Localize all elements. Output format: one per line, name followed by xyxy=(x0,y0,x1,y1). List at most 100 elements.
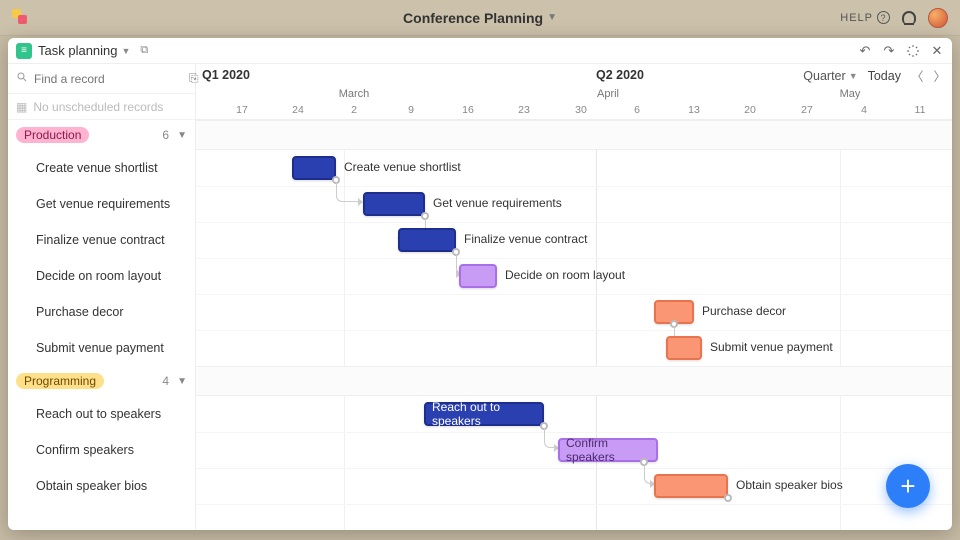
day-label: 16 xyxy=(462,104,474,116)
day-label: 24 xyxy=(292,104,304,116)
app-logo-icon[interactable] xyxy=(12,9,30,27)
task-label: Get venue requirements xyxy=(36,197,170,211)
bar-label: Decide on room layout xyxy=(505,268,625,282)
gantt-bar[interactable] xyxy=(666,336,702,360)
task-row[interactable]: Get venue requirements xyxy=(8,186,195,222)
day-label: 6 xyxy=(634,104,640,116)
task-label: Create venue shortlist xyxy=(36,161,158,175)
gantt-bar[interactable] xyxy=(292,156,336,180)
bar-inline-label: Reach out to speakers xyxy=(432,400,536,428)
help-link[interactable]: HELP ? xyxy=(840,11,890,24)
bar-label: Get venue requirements xyxy=(433,196,562,210)
month-label: April xyxy=(597,88,619,100)
day-label: 2 xyxy=(351,104,357,116)
calendar-icon: ▦ xyxy=(16,100,27,114)
gantt-bar[interactable] xyxy=(398,228,456,252)
month-label: March xyxy=(339,88,370,100)
notifications-icon[interactable] xyxy=(902,11,916,25)
open-external-icon[interactable]: ⧉ xyxy=(140,44,148,57)
unscheduled-label: No unscheduled records xyxy=(33,100,163,114)
day-label: 13 xyxy=(688,104,700,116)
timeline-body: Create venue shortlist Get venue require… xyxy=(196,120,952,530)
bar-label: Create venue shortlist xyxy=(344,160,461,174)
undo-icon[interactable]: ↶ xyxy=(858,44,872,58)
chevron-down-icon: ▼ xyxy=(849,71,858,81)
bar-label: Purchase decor xyxy=(702,304,786,318)
app-bar: Conference Planning ▼ HELP ? xyxy=(0,0,960,36)
day-label: 23 xyxy=(518,104,530,116)
add-record-button[interactable]: + xyxy=(886,464,930,508)
day-axis: 17 24 2 9 16 23 30 6 13 20 27 4 11 xyxy=(196,104,952,118)
group-pill: Programming xyxy=(16,373,104,389)
chevron-down-icon: ▼ xyxy=(177,376,187,387)
task-label: Submit venue payment xyxy=(36,341,164,355)
next-icon[interactable]: 〉 xyxy=(933,66,946,85)
group-count: 6 xyxy=(162,128,171,142)
timeline-header: Q1 2020 Q2 2020 Quarter ▼ Today 〈 〉 March… xyxy=(196,64,952,120)
help-label: HELP xyxy=(840,12,873,24)
group-count: 4 xyxy=(162,374,171,388)
base-title-text: Conference Planning xyxy=(403,10,543,26)
find-record-row: ⎘ xyxy=(8,64,195,94)
day-label: 4 xyxy=(861,104,867,116)
task-label: Purchase decor xyxy=(36,305,124,319)
unscheduled-row[interactable]: ▦ No unscheduled records xyxy=(8,94,195,120)
bar-label: Obtain speaker bios xyxy=(736,478,843,492)
month-label: May xyxy=(840,88,861,100)
view-name-text: Task planning xyxy=(38,43,118,58)
search-input[interactable] xyxy=(34,72,189,86)
task-row[interactable]: Purchase decor xyxy=(8,294,195,330)
sidebar: ⎘ ▦ No unscheduled records Production 6 … xyxy=(8,64,196,530)
help-icon: ? xyxy=(877,11,890,24)
day-label: 20 xyxy=(744,104,756,116)
today-button[interactable]: Today xyxy=(868,69,901,83)
group-header-programming[interactable]: Programming 4 ▼ xyxy=(8,366,195,396)
bar-label: Submit venue payment xyxy=(710,340,833,354)
task-label: Decide on room layout xyxy=(36,269,161,283)
expanded-view-panel: ≡ Task planning ▼ ⧉ ↶ ↷ ✕ ⎘ ▦ xyxy=(8,38,952,530)
redo-icon[interactable]: ↷ xyxy=(882,44,896,58)
chevron-down-icon: ▼ xyxy=(177,130,187,141)
group-pill: Production xyxy=(16,127,89,143)
day-label: 9 xyxy=(408,104,414,116)
task-row[interactable]: Create venue shortlist xyxy=(8,150,195,186)
gantt-bar[interactable] xyxy=(459,264,497,288)
prev-icon[interactable]: 〈 xyxy=(911,66,924,85)
day-label: 17 xyxy=(236,104,248,116)
quarter-label: Q2 2020 xyxy=(596,68,644,82)
gantt-bar[interactable]: Reach out to speakers xyxy=(424,402,544,426)
task-label: Confirm speakers xyxy=(36,443,134,457)
chevron-down-icon: ▼ xyxy=(122,46,131,56)
search-icon xyxy=(16,71,28,86)
task-row[interactable]: Submit venue payment xyxy=(8,330,195,366)
avatar[interactable] xyxy=(928,8,948,28)
day-label: 30 xyxy=(575,104,587,116)
task-row[interactable]: Obtain speaker bios xyxy=(8,468,195,504)
group-header-production[interactable]: Production 6 ▼ xyxy=(8,120,195,150)
task-label: Obtain speaker bios xyxy=(36,479,147,493)
scale-selector[interactable]: Quarter ▼ xyxy=(803,69,857,83)
task-row[interactable]: Finalize venue contract xyxy=(8,222,195,258)
quarter-label: Q1 2020 xyxy=(202,68,250,82)
scale-label: Quarter xyxy=(803,69,845,83)
chevron-down-icon: ▼ xyxy=(547,12,557,23)
day-label: 11 xyxy=(915,104,926,116)
gantt-view-icon: ≡ xyxy=(16,43,32,59)
settings-icon[interactable] xyxy=(906,44,920,58)
task-row[interactable]: Decide on room layout xyxy=(8,258,195,294)
bar-label: Finalize venue contract xyxy=(464,232,587,246)
task-row[interactable]: Confirm speakers xyxy=(8,432,195,468)
day-label: 27 xyxy=(801,104,813,116)
bar-inline-label: Confirm speakers xyxy=(566,436,650,464)
close-icon[interactable]: ✕ xyxy=(930,44,944,58)
base-title[interactable]: Conference Planning ▼ xyxy=(403,10,557,26)
gantt-bar[interactable] xyxy=(363,192,425,216)
panel-header: ≡ Task planning ▼ ⧉ ↶ ↷ ✕ xyxy=(8,38,952,64)
task-label: Reach out to speakers xyxy=(36,407,161,421)
gantt-bar[interactable] xyxy=(654,474,728,498)
view-switcher[interactable]: Task planning ▼ xyxy=(38,43,130,58)
timeline[interactable]: Q1 2020 Q2 2020 Quarter ▼ Today 〈 〉 March… xyxy=(196,64,952,530)
task-label: Finalize venue contract xyxy=(36,233,165,247)
task-row[interactable]: Reach out to speakers xyxy=(8,396,195,432)
dependency-handle[interactable] xyxy=(724,494,732,502)
